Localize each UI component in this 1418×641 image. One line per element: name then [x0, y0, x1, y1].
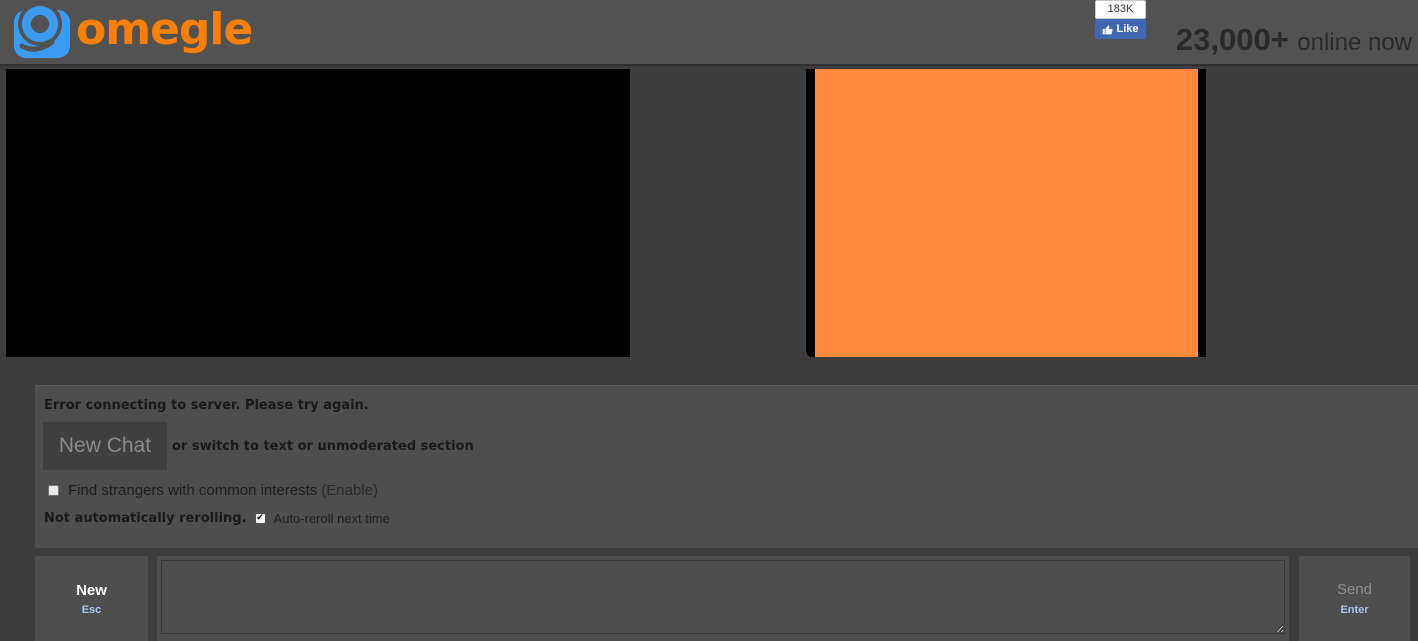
online-counter: 23,000+ online now: [1176, 22, 1412, 58]
interests-option: Find strangers with common interests (En…: [48, 482, 378, 499]
checkmark-icon: ✔: [256, 513, 264, 523]
header-bar: omegle 183K Like 23,000+ online now: [0, 0, 1418, 66]
auto-reroll-label: Auto-reroll next time: [273, 511, 390, 526]
logo-wordmark: omegle: [76, 3, 253, 55]
chat-controls: New Esc Send Enter: [35, 556, 1418, 641]
interests-label: Find strangers with common interests: [68, 482, 318, 499]
facebook-like-widget[interactable]: 183K Like: [1095, 0, 1146, 40]
reroll-option: Not automatically rerolling. ✔ Auto-rero…: [44, 511, 390, 526]
send-button[interactable]: Send Enter: [1299, 556, 1410, 641]
reroll-status: Not automatically rerolling.: [44, 511, 247, 526]
thumbs-up-icon: [1103, 24, 1114, 34]
new-chat-button[interactable]: New Chat: [43, 422, 167, 470]
fb-like-count: 183K: [1095, 0, 1146, 19]
auto-reroll-checkbox[interactable]: ✔: [254, 513, 266, 524]
new-stranger-button[interactable]: New Esc: [35, 556, 148, 641]
stranger-video: [6, 69, 630, 357]
new-button-key-hint: Esc: [81, 603, 102, 616]
fb-like-label: Like: [1116, 23, 1139, 35]
error-message: Error connecting to server. Please try a…: [44, 398, 369, 413]
status-panel: Error connecting to server. Please try a…: [35, 385, 1418, 548]
omegle-logo-icon: [14, 2, 70, 58]
online-count: 23,000+: [1175, 22, 1289, 57]
send-button-label: Send: [1336, 581, 1373, 598]
message-area: [157, 556, 1289, 641]
online-label: online now: [1297, 29, 1412, 56]
message-input[interactable]: [161, 560, 1285, 634]
enable-interests-link[interactable]: (Enable): [321, 482, 378, 499]
send-button-key-hint: Enter: [1340, 604, 1369, 616]
fb-like-button[interactable]: Like: [1095, 19, 1146, 39]
switch-section-text[interactable]: or switch to text or unmoderated section: [172, 439, 474, 454]
interests-checkbox[interactable]: [48, 485, 59, 496]
omegle-logo[interactable]: omegle: [12, 0, 253, 62]
self-video: [815, 69, 1198, 357]
new-button-label: New: [76, 581, 107, 599]
